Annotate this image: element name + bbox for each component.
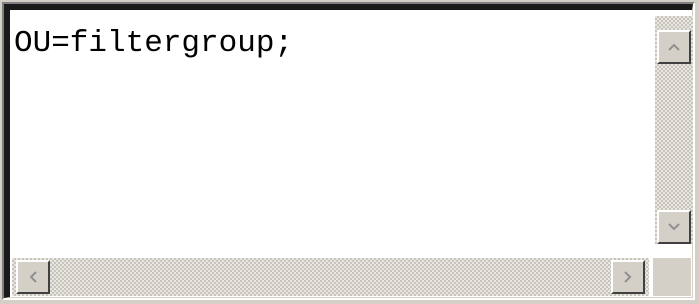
scroll-right-button[interactable] [611, 260, 645, 294]
scrollbar-corner [653, 258, 691, 296]
filter-textarea[interactable]: OU=filtergroup; [2, 2, 695, 300]
vertical-scrollbar[interactable] [655, 16, 693, 244]
scroll-down-button[interactable] [657, 210, 691, 244]
chevron-right-icon [624, 271, 632, 283]
chevron-left-icon [29, 271, 37, 283]
filter-text: OU=filtergroup; [14, 26, 294, 61]
scroll-left-button[interactable] [16, 260, 50, 294]
horizontal-scrollbar[interactable] [12, 258, 649, 296]
chevron-up-icon [668, 43, 680, 51]
scroll-up-button[interactable] [657, 30, 691, 64]
chevron-down-icon [668, 223, 680, 231]
textarea-content[interactable]: OU=filtergroup; [12, 14, 649, 252]
